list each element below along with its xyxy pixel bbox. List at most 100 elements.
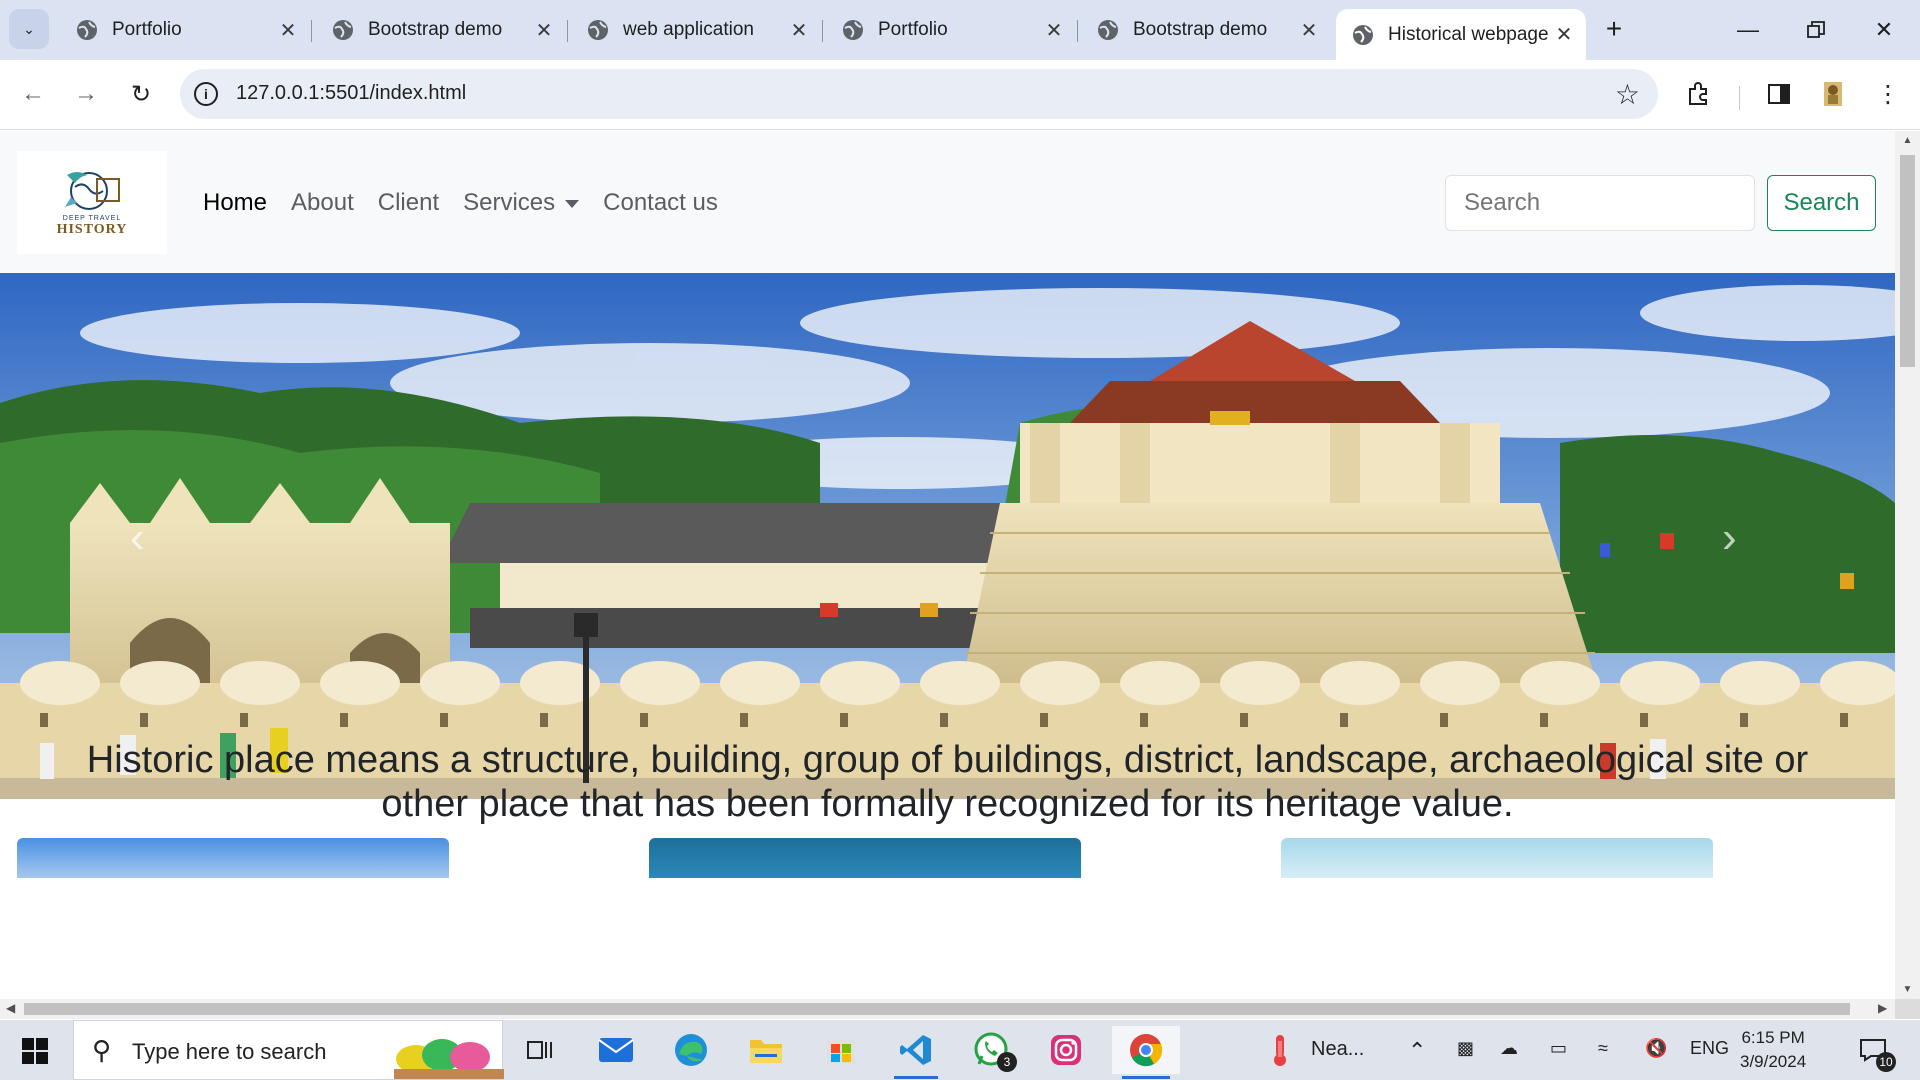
reload-button[interactable]: ↻ <box>123 76 159 112</box>
back-button[interactable]: ← <box>15 76 51 112</box>
extensions-button[interactable] <box>1679 74 1719 114</box>
globe-icon <box>333 20 353 40</box>
scroll-right-icon[interactable]: ▶ <box>1878 1001 1887 1015</box>
store-app-button[interactable] <box>813 1026 869 1074</box>
horizontal-scrollbar[interactable]: ◀ ▶ <box>0 999 1895 1019</box>
card-image-3 <box>1281 838 1713 878</box>
globe-icon <box>843 20 863 40</box>
logo-tagline: DEEP TRAVEL <box>62 215 122 222</box>
vertical-scroll-thumb[interactable] <box>1900 155 1915 367</box>
card-image-2 <box>649 838 1081 878</box>
close-icon[interactable]: ✕ <box>1044 18 1064 43</box>
close-icon[interactable]: ✕ <box>789 18 809 43</box>
logo-globe-icon <box>65 172 120 210</box>
taskbar-search-box[interactable]: ⚲ Type here to search <box>73 1020 504 1080</box>
browser-menu-button[interactable]: ⋮ <box>1868 74 1908 114</box>
edge-icon <box>675 1034 707 1066</box>
scroll-up-icon[interactable]: ▲ <box>1895 135 1920 146</box>
weather-text[interactable]: Nea... <box>1311 1038 1364 1061</box>
tab-search-button[interactable]: ⌄ <box>9 9 49 49</box>
weather-widget[interactable] <box>1252 1026 1308 1074</box>
globe-icon <box>1353 24 1373 45</box>
file-explorer-button[interactable] <box>738 1026 794 1074</box>
minimize-icon: — <box>1737 17 1759 42</box>
tab-label: Portfolio <box>112 19 182 40</box>
new-tab-button[interactable]: + <box>1598 14 1630 46</box>
tab-web-application[interactable]: web application ✕ <box>571 9 823 51</box>
close-icon: ✕ <box>1874 17 1894 42</box>
close-icon[interactable]: ✕ <box>278 18 298 43</box>
globe-icon <box>588 20 608 40</box>
nav-link-contact[interactable]: Contact us <box>603 189 718 217</box>
mail-app-button[interactable] <box>588 1026 644 1074</box>
nav-link-home[interactable]: Home <box>203 189 267 217</box>
close-icon[interactable]: ✕ <box>1554 22 1574 47</box>
close-icon[interactable]: ✕ <box>534 18 554 43</box>
mail-icon <box>598 1038 634 1062</box>
nav-link-services-label: Services <box>463 189 556 216</box>
site-info-icon[interactable]: i <box>194 82 218 106</box>
meet-now-icon[interactable]: ▩ <box>1457 1038 1474 1059</box>
logo-title: HISTORY <box>56 222 128 237</box>
nav-link-services[interactable]: Services <box>463 189 580 217</box>
browser-toolbar: ← → ↻ i 127.0.0.1:5501/index.html ☆ ⋮ <box>0 60 1920 130</box>
nav-link-client[interactable]: Client <box>378 189 439 217</box>
profile-avatar[interactable] <box>1813 74 1853 114</box>
onedrive-warning-icon[interactable]: ☁ <box>1500 1038 1518 1059</box>
chrome-app-button[interactable] <box>1112 1026 1180 1079</box>
site-logo[interactable]: DEEP TRAVEL HISTORY <box>17 151 167 254</box>
vertical-scrollbar[interactable]: ▲ ▼ <box>1895 131 1920 999</box>
whatsapp-app-button[interactable]: 3 <box>963 1026 1019 1074</box>
tab-portfolio-1[interactable]: Portfolio ✕ <box>60 9 312 51</box>
address-bar[interactable]: i 127.0.0.1:5501/index.html ☆ <box>180 69 1658 119</box>
url-text[interactable]: 127.0.0.1:5501/index.html <box>236 82 466 105</box>
caret-down-icon <box>565 199 580 208</box>
site-search-button[interactable]: Search <box>1767 175 1876 231</box>
windows-start-icon[interactable] <box>14 1036 56 1066</box>
page-viewport: DEEP TRAVEL HISTORY Home About Client Se… <box>0 131 1895 999</box>
chevron-up-icon[interactable]: ⌃ <box>1408 1038 1426 1064</box>
instagram-icon <box>1051 1035 1081 1065</box>
close-icon[interactable]: ✕ <box>1299 18 1319 43</box>
minimize-button[interactable]: — <box>1728 12 1768 48</box>
close-window-button[interactable]: ✕ <box>1864 12 1904 48</box>
scroll-left-icon[interactable]: ◀ <box>6 1001 15 1015</box>
task-view-icon <box>527 1041 552 1059</box>
taskbar-clock[interactable]: 6:15 PM 3/9/2024 <box>1740 1026 1806 1074</box>
holi-colors-icon <box>394 1039 504 1079</box>
side-panel-button[interactable] <box>1759 74 1799 114</box>
scroll-down-icon[interactable]: ▼ <box>1895 984 1920 995</box>
carousel-next-icon[interactable]: › <box>1722 513 1737 563</box>
arrow-right-icon: → <box>74 80 98 107</box>
notification-center-button[interactable]: 10 <box>1848 1026 1898 1074</box>
wifi-icon[interactable]: ≈ <box>1598 1038 1608 1059</box>
nav-link-about[interactable]: About <box>291 189 354 217</box>
notification-count-badge: 10 <box>1876 1052 1896 1072</box>
tab-label: Bootstrap demo <box>368 19 503 40</box>
horizontal-scroll-thumb[interactable] <box>24 1003 1850 1015</box>
page-headline: Historic place means a structure, buildi… <box>86 739 1809 825</box>
tab-portfolio-2[interactable]: Portfolio ✕ <box>826 9 1078 51</box>
battery-icon[interactable]: ▭ <box>1550 1038 1567 1059</box>
browser-tab-strip: ⌄ Portfolio ✕ Bootstrap demo ✕ web appli… <box>0 0 1920 60</box>
language-indicator[interactable]: ENG <box>1690 1038 1729 1059</box>
tab-bootstrap-demo-1[interactable]: Bootstrap demo ✕ <box>316 9 568 51</box>
puzzle-icon <box>1689 82 1707 105</box>
instagram-app-button[interactable] <box>1038 1026 1094 1074</box>
tab-bootstrap-demo-2[interactable]: Bootstrap demo ✕ <box>1081 9 1331 51</box>
plus-icon: + <box>1605 13 1623 44</box>
main-nav: Home About Client Services Contact us <box>203 189 742 217</box>
edge-app-button[interactable] <box>663 1026 719 1074</box>
tab-historical-webpage[interactable]: Historical webpage ✕ <box>1336 9 1586 60</box>
task-view-button[interactable] <box>512 1026 568 1074</box>
chevron-down-icon: ⌄ <box>23 20 35 37</box>
whatsapp-badge: 3 <box>997 1052 1017 1072</box>
restore-button[interactable] <box>1796 12 1836 48</box>
forward-button[interactable]: → <box>68 76 104 112</box>
site-search-input[interactable] <box>1445 175 1755 231</box>
vscode-app-button[interactable] <box>888 1026 944 1079</box>
speaker-muted-icon[interactable]: 🔇 <box>1645 1038 1667 1059</box>
bookmark-star-icon[interactable]: ☆ <box>1615 78 1640 111</box>
carousel-prev-icon[interactable]: ‹ <box>130 513 145 563</box>
scrollbar-corner <box>1895 999 1920 1019</box>
